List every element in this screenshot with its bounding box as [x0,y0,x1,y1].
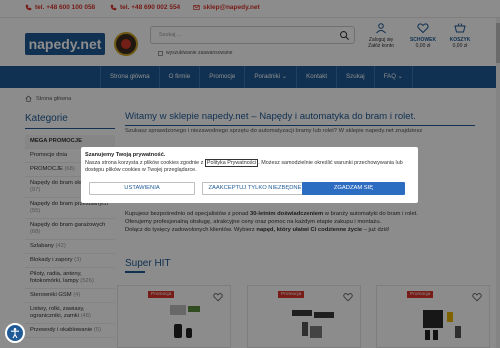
privacy-policy-link[interactable]: Polityka Prywatności [204,159,259,167]
cookie-settings-button[interactable]: USTAWIENIA [89,182,195,195]
cookie-text: Nasza strona korzysta z plików cookies z… [85,159,415,174]
cookie-title: Szanujemy Twoją prywatność. [85,152,166,158]
cookie-text-part: Nasza strona korzysta z plików cookies z… [85,160,205,166]
accept-necessary-button[interactable]: ZAAKCEPTUJ TYLKO NIEZBĘDNE [202,182,308,195]
cookie-consent-dialog: Szanujemy Twoją prywatność. Nasza strona… [81,147,418,203]
accessibility-icon[interactable] [5,323,25,343]
accept-all-button[interactable]: ZGADZAM SIĘ [302,182,405,195]
